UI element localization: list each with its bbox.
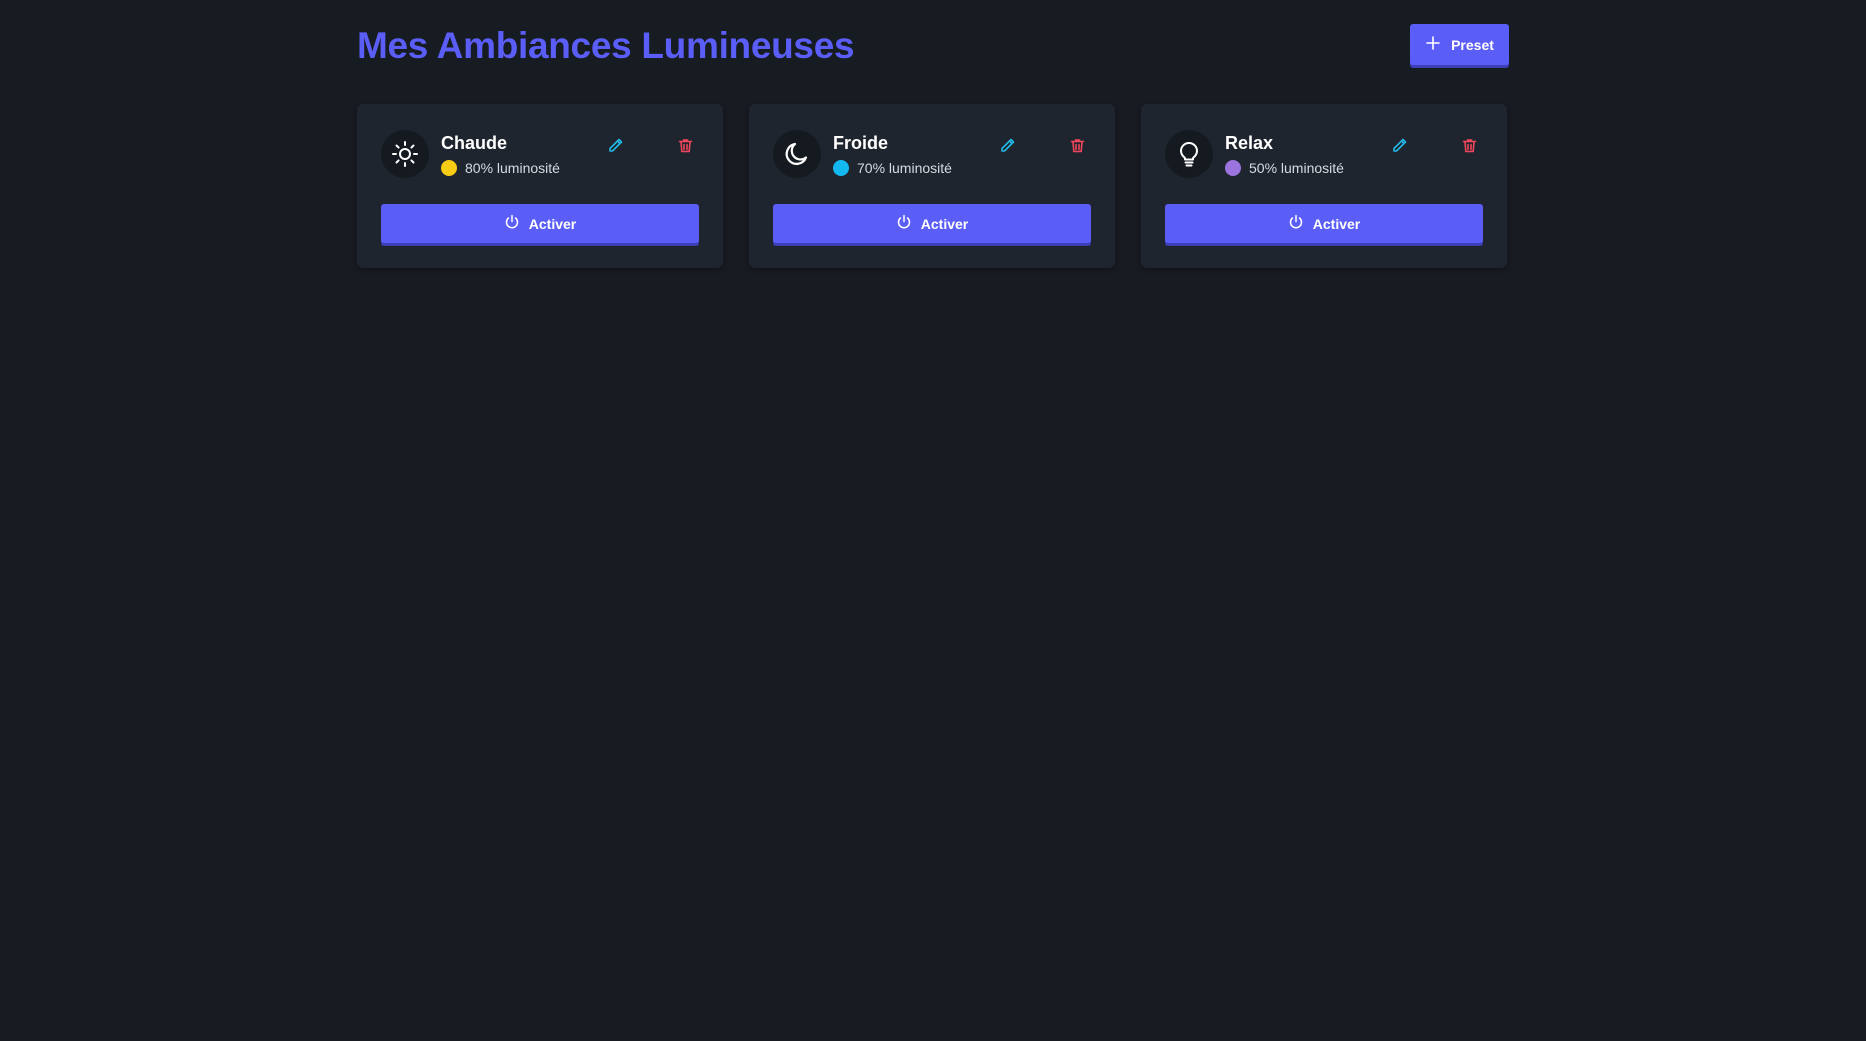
- moon-icon: [773, 130, 821, 178]
- sun-icon: [381, 130, 429, 178]
- brightness-label: 50% luminosité: [1249, 160, 1344, 176]
- preset-brightness: 70% luminosité: [833, 160, 952, 176]
- preset-name: Froide: [833, 133, 889, 153]
- brightness-label: 70% luminosité: [857, 160, 952, 176]
- activate-label: Activer: [920, 215, 969, 232]
- edit-button[interactable]: [602, 134, 628, 160]
- pencil-icon: [1391, 137, 1408, 157]
- add-preset-label: Preset: [1451, 36, 1494, 53]
- lightbulb-icon: [1165, 130, 1213, 178]
- trash-icon: [1069, 137, 1086, 157]
- trash-icon: [677, 137, 694, 157]
- power-icon: [1288, 214, 1304, 233]
- preset-card: Relax 50% luminosité Activer: [1141, 104, 1507, 268]
- power-icon: [504, 214, 520, 233]
- pencil-icon: [999, 137, 1016, 157]
- delete-button[interactable]: [672, 134, 698, 160]
- preset-card: Froide 70% luminosité Activer: [749, 104, 1115, 268]
- delete-button[interactable]: [1064, 134, 1090, 160]
- activate-button[interactable]: Activer: [773, 204, 1091, 243]
- pencil-icon: [607, 137, 624, 157]
- preset-name: Chaude: [441, 133, 508, 153]
- add-preset-button[interactable]: Preset: [1410, 24, 1509, 65]
- plus-icon: [1425, 35, 1441, 54]
- trash-icon: [1461, 137, 1478, 157]
- preset-list: Chaude 80% luminosité Activer Froide 70%…: [357, 104, 1507, 268]
- color-dot: [1225, 160, 1241, 176]
- activate-label: Activer: [528, 215, 577, 232]
- delete-button[interactable]: [1456, 134, 1482, 160]
- power-icon: [896, 214, 912, 233]
- edit-button[interactable]: [994, 134, 1020, 160]
- brightness-label: 80% luminosité: [465, 160, 560, 176]
- activate-label: Activer: [1312, 215, 1361, 232]
- edit-button[interactable]: [1386, 134, 1412, 160]
- color-dot: [833, 160, 849, 176]
- preset-brightness: 80% luminosité: [441, 160, 560, 176]
- color-dot: [441, 160, 457, 176]
- preset-name: Relax: [1225, 133, 1274, 153]
- activate-button[interactable]: Activer: [1165, 204, 1483, 243]
- preset-brightness: 50% luminosité: [1225, 160, 1344, 176]
- preset-card: Chaude 80% luminosité Activer: [357, 104, 723, 268]
- page-title: Mes Ambiances Lumineuses: [357, 25, 855, 66]
- page: Mes Ambiances Lumineuses Preset Chaude 8…: [0, 0, 1866, 1041]
- activate-button[interactable]: Activer: [381, 204, 699, 243]
